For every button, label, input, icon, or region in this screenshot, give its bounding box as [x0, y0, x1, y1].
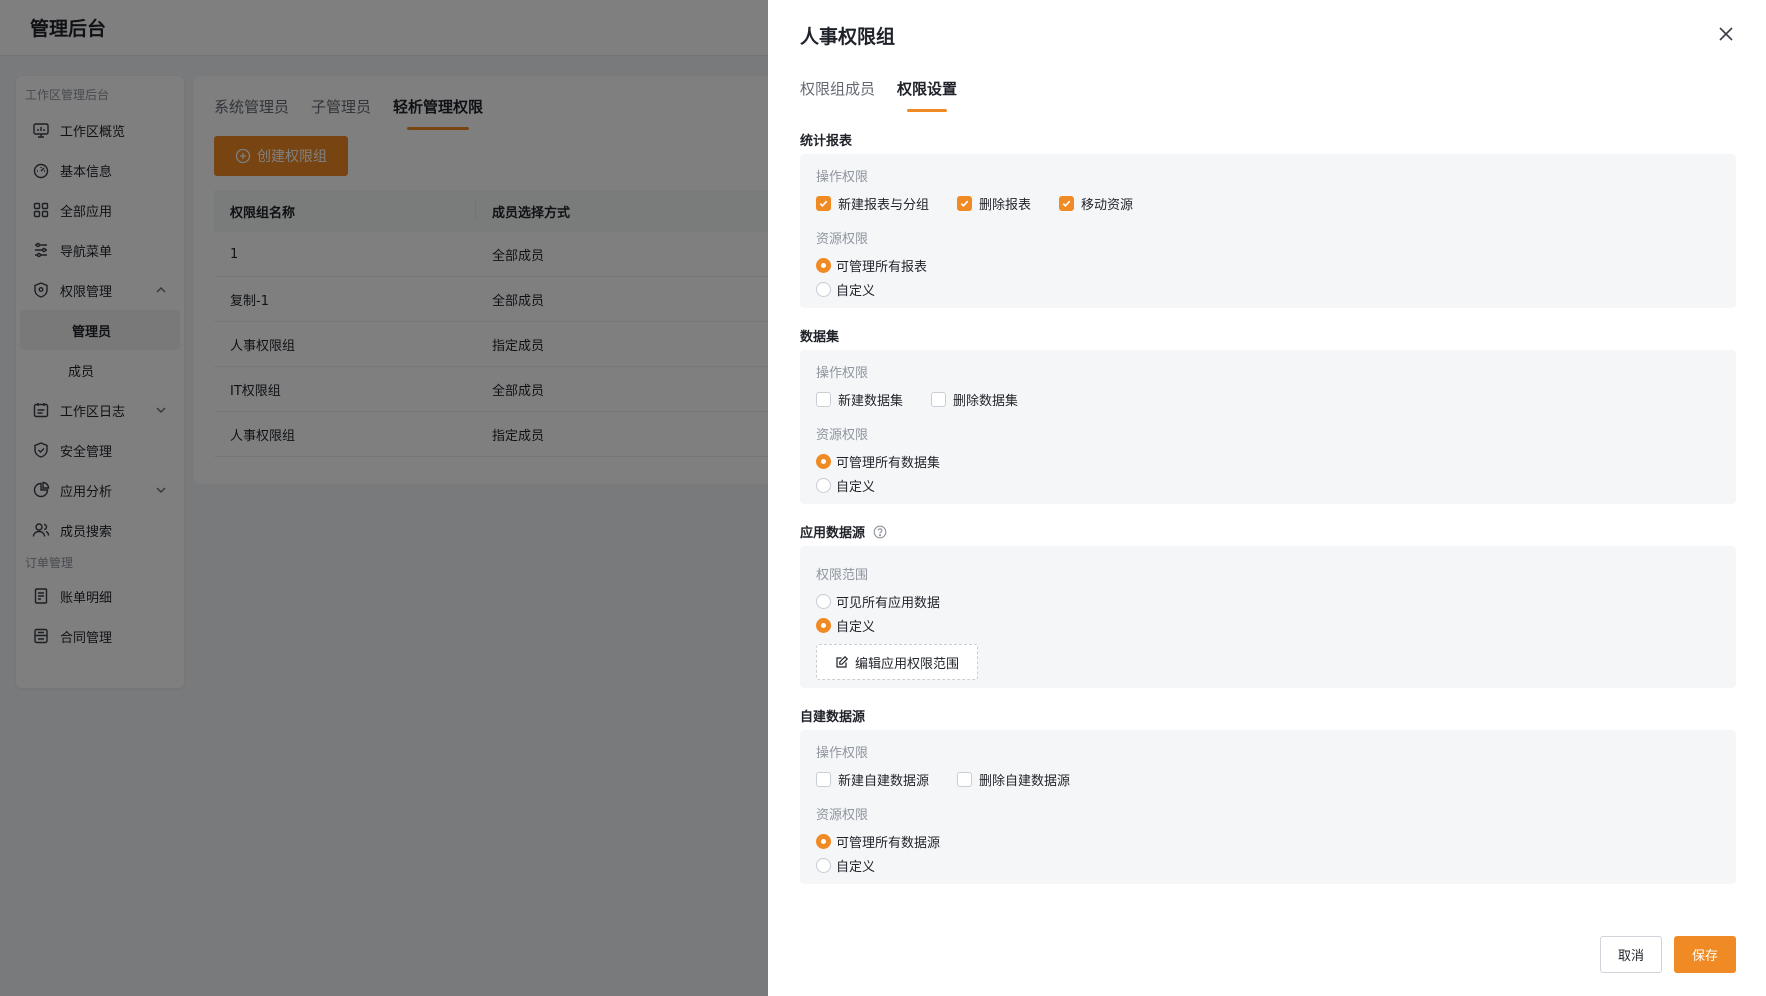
checkbox-label: 删除报表	[979, 198, 1032, 213]
checkbox-checked-icon	[816, 196, 831, 211]
section-title-datasets: 数据集	[800, 326, 839, 345]
checkbox-unchecked-icon	[957, 772, 973, 787]
radio-label: 可见所有应用数据	[836, 596, 941, 611]
help-icon[interactable]	[873, 525, 887, 539]
res-permission-label: 资源权限	[816, 428, 869, 443]
section-title-custom-sources: 自建数据源	[800, 706, 865, 725]
checkbox-new-dataset[interactable]: 新建数据集	[816, 390, 903, 409]
checkbox-delete-report[interactable]: 删除报表	[957, 194, 1031, 213]
section-title-text: 自建数据源	[800, 710, 866, 725]
panel-datasets: 操作权限 新建数据集 删除数据集 资源权限 可管理所有数据集 自定义	[800, 350, 1736, 504]
edit-app-scope-label: 编辑应用权限范围	[854, 656, 959, 672]
res-permission-label: 资源权限	[816, 232, 869, 247]
radio-selected-icon	[816, 258, 831, 273]
edit-icon	[836, 655, 849, 668]
radio-label: 可管理所有数据源	[836, 836, 941, 851]
checkbox-checked-icon	[957, 196, 973, 211]
save-button[interactable]: 保存	[1674, 936, 1736, 973]
radio-custom-sources[interactable]: 自定义	[816, 856, 875, 875]
drawer-title: 人事权限组	[800, 26, 896, 48]
tab-group-members[interactable]: 权限组成员	[800, 78, 875, 112]
section-title-text: 应用数据源	[800, 526, 866, 541]
checkbox-label: 删除自建数据源	[979, 774, 1071, 789]
checkbox-move-resource[interactable]: 移动资源	[1059, 194, 1133, 213]
section-title-reports: 统计报表	[800, 130, 852, 149]
section-title-text: 数据集	[800, 330, 840, 345]
radio-label: 可管理所有报表	[836, 260, 928, 275]
reports-op-options: 新建报表与分组 删除报表 移动资源	[816, 194, 1133, 213]
checkbox-label: 删除数据集	[953, 394, 1019, 409]
radio-label: 可管理所有数据集	[836, 456, 941, 471]
radio-unselected-icon	[816, 282, 831, 297]
radio-custom-datasets[interactable]: 自定义	[816, 476, 875, 495]
panel-reports: 操作权限 新建报表与分组 删除报表 移动资源 资源权限 可管理所有报表 自定义	[800, 154, 1736, 308]
checkbox-checked-icon	[1059, 196, 1075, 211]
radio-unselected-icon	[816, 594, 831, 609]
permission-drawer: 人事权限组 权限组成员 权限设置 统计报表 操作权限 新建报表与分组 删除报表 …	[768, 0, 1766, 996]
radio-label: 自定义	[836, 480, 876, 495]
radio-selected-icon	[816, 618, 831, 633]
panel-app-sources: 权限范围 可见所有应用数据 自定义 编辑应用权限范围	[800, 546, 1736, 688]
radio-selected-icon	[816, 454, 831, 469]
cancel-button[interactable]: 取消	[1600, 936, 1662, 973]
tab-permission-settings[interactable]: 权限设置	[897, 78, 957, 112]
checkbox-delete-custom-source[interactable]: 删除自建数据源	[957, 770, 1070, 789]
radio-unselected-icon	[816, 858, 831, 873]
datasets-op-options: 新建数据集 删除数据集	[816, 390, 1018, 409]
radio-label: 自定义	[836, 620, 876, 635]
checkbox-label: 新建数据集	[838, 394, 904, 409]
checkbox-delete-dataset[interactable]: 删除数据集	[931, 390, 1018, 409]
radio-unselected-icon	[816, 478, 831, 493]
scope-label: 权限范围	[816, 568, 869, 583]
radio-manage-all-reports[interactable]: 可管理所有报表	[816, 256, 927, 275]
radio-label: 自定义	[836, 860, 876, 875]
checkbox-unchecked-icon	[816, 772, 831, 787]
checkbox-label: 移动资源	[1081, 198, 1134, 213]
checkbox-new-custom-source[interactable]: 新建自建数据源	[816, 770, 929, 789]
checkbox-label: 新建报表与分组	[838, 198, 930, 213]
radio-label: 自定义	[836, 284, 876, 299]
drawer-tabs: 权限组成员 权限设置	[800, 78, 957, 112]
panel-custom-sources: 操作权限 新建自建数据源 删除自建数据源 资源权限 可管理所有数据源 自定义	[800, 730, 1736, 884]
edit-app-scope-button[interactable]: 编辑应用权限范围	[816, 644, 978, 680]
checkbox-unchecked-icon	[816, 392, 831, 407]
close-icon[interactable]	[1716, 24, 1736, 44]
radio-manage-all-sources[interactable]: 可管理所有数据源	[816, 832, 940, 851]
op-permission-label: 操作权限	[816, 746, 869, 761]
checkbox-label: 新建自建数据源	[838, 774, 930, 789]
radio-custom-reports[interactable]: 自定义	[816, 280, 875, 299]
res-permission-label: 资源权限	[816, 808, 869, 823]
op-permission-label: 操作权限	[816, 170, 869, 185]
section-title-text: 统计报表	[800, 134, 853, 149]
radio-custom-app-data[interactable]: 自定义	[816, 616, 875, 635]
radio-manage-all-datasets[interactable]: 可管理所有数据集	[816, 452, 940, 471]
custom-sources-op-options: 新建自建数据源 删除自建数据源	[816, 770, 1070, 789]
radio-selected-icon	[816, 834, 831, 849]
op-permission-label: 操作权限	[816, 366, 869, 381]
radio-all-app-data[interactable]: 可见所有应用数据	[816, 592, 940, 611]
checkbox-unchecked-icon	[931, 392, 947, 407]
section-title-app-sources: 应用数据源	[800, 522, 887, 541]
checkbox-new-report[interactable]: 新建报表与分组	[816, 194, 929, 213]
